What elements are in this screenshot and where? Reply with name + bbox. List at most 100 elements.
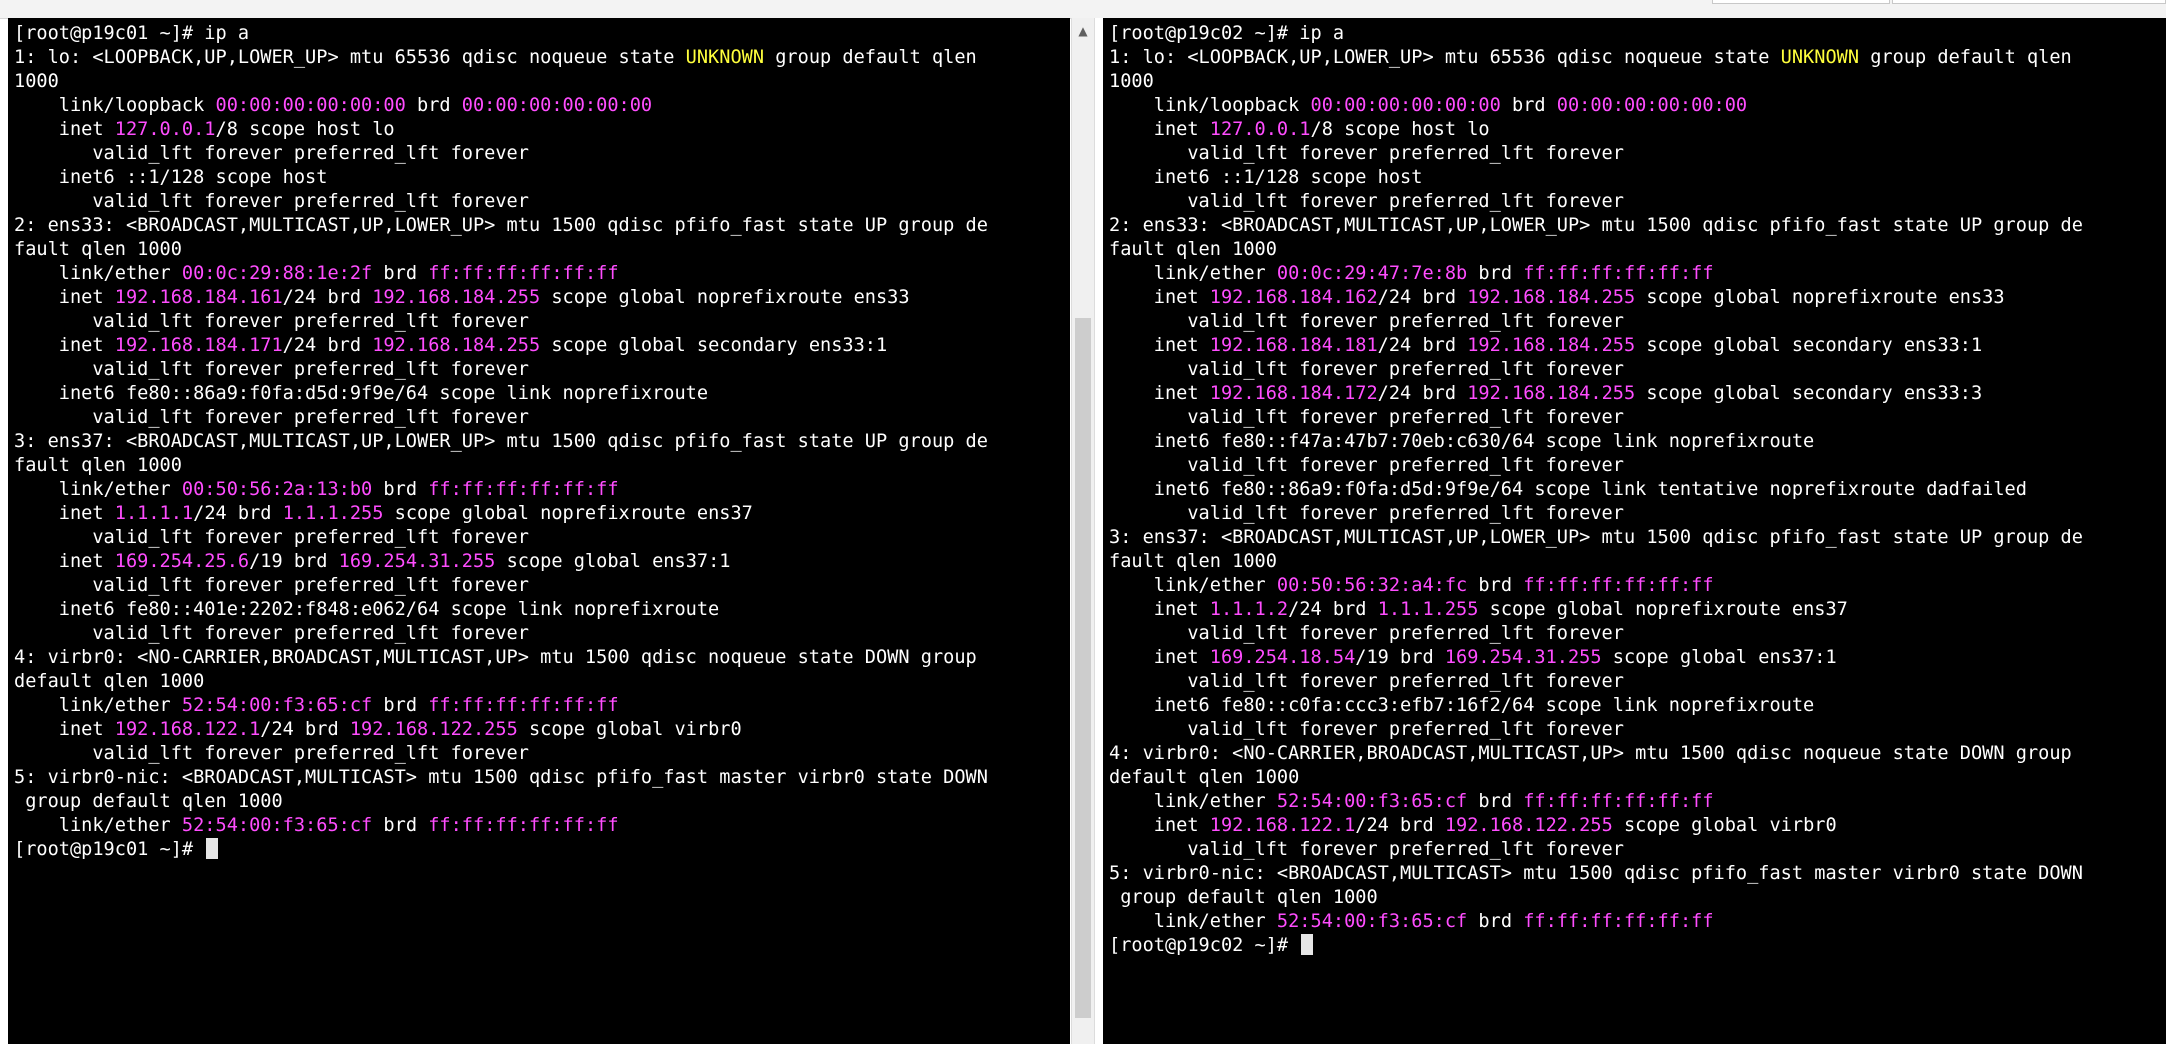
terminal-text: inet — [1109, 599, 1210, 620]
terminal-line: inet6 ::1/128 scope host — [1109, 166, 2166, 190]
terminal-pane-right[interactable]: [root@p19c02 ~]# ip a 1: lo: <LOOPBACK,UP… — [1103, 18, 2166, 1044]
terminal-text: group default qlen — [764, 47, 977, 68]
window-tab-stub[interactable] — [1892, 0, 2166, 4]
terminal-line: inet 192.168.184.171/24 brd 192.168.184.… — [14, 334, 1070, 358]
terminal-line: valid_lft forever preferred_lft forever — [14, 358, 1070, 382]
highlighted-address: 1.1.1.255 — [1377, 599, 1479, 620]
terminal-line: link/ether 52:54:00:f3:65:cf brd ff:ff:f… — [1109, 910, 2166, 934]
terminal-text: brd — [372, 479, 429, 500]
terminal-line: inet 192.168.184.181/24 brd 192.168.184.… — [1109, 334, 2166, 358]
terminal-text: scope global secondary ens33:1 — [1635, 335, 1983, 356]
terminal-text: valid_lft forever preferred_lft forever — [14, 311, 529, 332]
terminal-text: default qlen 1000 — [1109, 767, 1300, 788]
terminal-text: fault qlen 1000 — [14, 455, 182, 476]
highlighted-address: ff:ff:ff:ff:ff:ff — [1523, 575, 1714, 596]
terminal-line: 5: virbr0-nic: <BROADCAST,MULTICAST> mtu… — [14, 766, 1070, 790]
terminal-line: valid_lft forever preferred_lft forever — [1109, 622, 2166, 646]
terminal-line: 4: virbr0: <NO-CARRIER,BROADCAST,MULTICA… — [1109, 742, 2166, 766]
terminal-text: 3: ens37: <BROADCAST,MULTICAST,UP,LOWER_… — [14, 431, 988, 452]
terminal-text: valid_lft forever preferred_lft forever — [1109, 407, 1624, 428]
highlighted-address: 00:00:00:00:00:00 — [1556, 95, 1748, 116]
highlighted-address: 192.168.184.162 — [1209, 287, 1378, 308]
terminal-line: link/ether 00:0c:29:47:7e:8b brd ff:ff:f… — [1109, 262, 2166, 286]
highlighted-address: 192.168.122.1 — [1209, 815, 1356, 836]
terminal-text: link/loopback — [14, 95, 216, 116]
vertical-scrollbar[interactable]: ▲ — [1071, 18, 1095, 1044]
terminal-text: scope global virbr0 — [1612, 815, 1837, 836]
highlighted-address: 192.168.184.255 — [372, 335, 541, 356]
terminal-text: inet6 ::1/128 scope host — [1109, 167, 1423, 188]
terminal-text: inet6 fe80::f47a:47b7:70eb:c630/64 scope… — [1109, 431, 1815, 452]
terminal-text: link/ether — [1109, 911, 1277, 932]
terminal-text: valid_lft forever preferred_lft forever — [1109, 359, 1624, 380]
highlighted-address: 192.168.184.181 — [1209, 335, 1378, 356]
terminal-text: valid_lft forever preferred_lft forever — [14, 407, 529, 428]
terminal-text: valid_lft forever preferred_lft forever — [1109, 503, 1624, 524]
highlighted-address: 52:54:00:f3:65:cf — [181, 815, 373, 836]
terminal-text: 3: ens37: <BROADCAST,MULTICAST,UP,LOWER_… — [1109, 527, 2083, 548]
terminal-text: valid_lft forever preferred_lft forever — [1109, 839, 1624, 860]
terminal-line: valid_lft forever preferred_lft forever — [1109, 718, 2166, 742]
terminal-text: valid_lft forever preferred_lft forever — [1109, 455, 1624, 476]
terminal-text: /24 brd — [260, 719, 350, 740]
terminal-text: 4: virbr0: <NO-CARRIER,BROADCAST,MULTICA… — [14, 647, 977, 668]
highlighted-address: 192.168.122.255 — [1444, 815, 1613, 836]
terminal-text: group default qlen 1000 — [14, 791, 283, 812]
terminal-line: 1000 — [1109, 70, 2166, 94]
window-tab-stub[interactable] — [1712, 0, 1890, 4]
terminal-line: valid_lft forever preferred_lft forever — [1109, 310, 2166, 334]
terminal-pane-left[interactable]: [root@p19c01 ~]# ip a 1: lo: <LOOPBACK,UP… — [8, 18, 1070, 1044]
highlighted-address: 192.168.122.1 — [114, 719, 261, 740]
terminal-line: valid_lft forever preferred_lft forever — [1109, 838, 2166, 862]
highlighted-address: 52:54:00:f3:65:cf — [181, 695, 373, 716]
terminal-line: valid_lft forever preferred_lft forever — [14, 406, 1070, 430]
highlighted-address: 1.1.1.1 — [114, 503, 194, 524]
terminal-text: scope global noprefixroute ens33 — [1635, 287, 2005, 308]
terminal-line: link/ether 52:54:00:f3:65:cf brd ff:ff:f… — [1109, 790, 2166, 814]
terminal-text: 1000 — [1109, 71, 1154, 92]
highlighted-address: 00:50:56:2a:13:b0 — [181, 479, 373, 500]
highlighted-address: ff:ff:ff:ff:ff:ff — [1523, 911, 1714, 932]
window-top-bar — [0, 0, 2166, 19]
terminal-text: inet — [1109, 383, 1210, 404]
terminal-text: valid_lft forever preferred_lft forever — [14, 575, 529, 596]
terminal-line: inet6 fe80::f47a:47b7:70eb:c630/64 scope… — [1109, 430, 2166, 454]
terminal-line: link/ether 00:50:56:2a:13:b0 brd ff:ff:f… — [14, 478, 1070, 502]
highlighted-address: ff:ff:ff:ff:ff:ff — [1523, 263, 1714, 284]
terminal-text: valid_lft forever preferred_lft forever — [14, 143, 529, 164]
terminal-text: inet6 fe80::86a9:f0fa:d5d:9f9e/64 scope … — [14, 383, 709, 404]
highlighted-address: 127.0.0.1 — [114, 119, 216, 140]
terminal-text: link/ether — [14, 263, 182, 284]
terminal-text: default qlen 1000 — [14, 671, 205, 692]
highlighted-address: 192.168.184.255 — [372, 287, 541, 308]
highlighted-address: 192.168.184.172 — [1209, 383, 1378, 404]
terminal-text: valid_lft forever preferred_lft forever — [14, 743, 529, 764]
terminal-line: inet 1.1.1.2/24 brd 1.1.1.255 scope glob… — [1109, 598, 2166, 622]
terminal-line: 5: virbr0-nic: <BROADCAST,MULTICAST> mtu… — [1109, 862, 2166, 886]
terminal-text: brd — [1467, 575, 1524, 596]
pane-divider[interactable] — [1095, 18, 1103, 1044]
highlighted-address: 52:54:00:f3:65:cf — [1276, 911, 1468, 932]
terminal-text: brd — [1467, 263, 1524, 284]
scroll-up-arrow-icon[interactable]: ▲ — [1072, 20, 1094, 42]
terminal-line: valid_lft forever preferred_lft forever — [1109, 142, 2166, 166]
highlighted-address: 52:54:00:f3:65:cf — [1276, 791, 1468, 812]
terminal-line: valid_lft forever preferred_lft forever — [1109, 670, 2166, 694]
terminal-line: [root@p19c01 ~]# — [14, 838, 1070, 862]
terminal-line: fault qlen 1000 — [14, 238, 1070, 262]
terminal-line: inet 169.254.18.54/19 brd 169.254.31.255… — [1109, 646, 2166, 670]
terminal-line: fault qlen 1000 — [1109, 238, 2166, 262]
highlighted-address: 00:00:00:00:00:00 — [461, 95, 653, 116]
terminal-line: valid_lft forever preferred_lft forever — [14, 310, 1070, 334]
terminal-text: inet6 ::1/128 scope host — [14, 167, 328, 188]
terminal-text: link/ether — [14, 479, 182, 500]
highlighted-address: 192.168.122.255 — [349, 719, 518, 740]
scrollbar-thumb[interactable] — [1075, 318, 1091, 1018]
terminal-text: inet — [1109, 815, 1210, 836]
terminal-line: inet 127.0.0.1/8 scope host lo — [1109, 118, 2166, 142]
state-unknown-label: UNKNOWN — [685, 47, 765, 68]
terminal-text: 4: virbr0: <NO-CARRIER,BROADCAST,MULTICA… — [1109, 743, 2072, 764]
terminal-text: link/ether — [1109, 791, 1277, 812]
highlighted-address: 169.254.25.6 — [114, 551, 250, 572]
terminal-line: default qlen 1000 — [1109, 766, 2166, 790]
